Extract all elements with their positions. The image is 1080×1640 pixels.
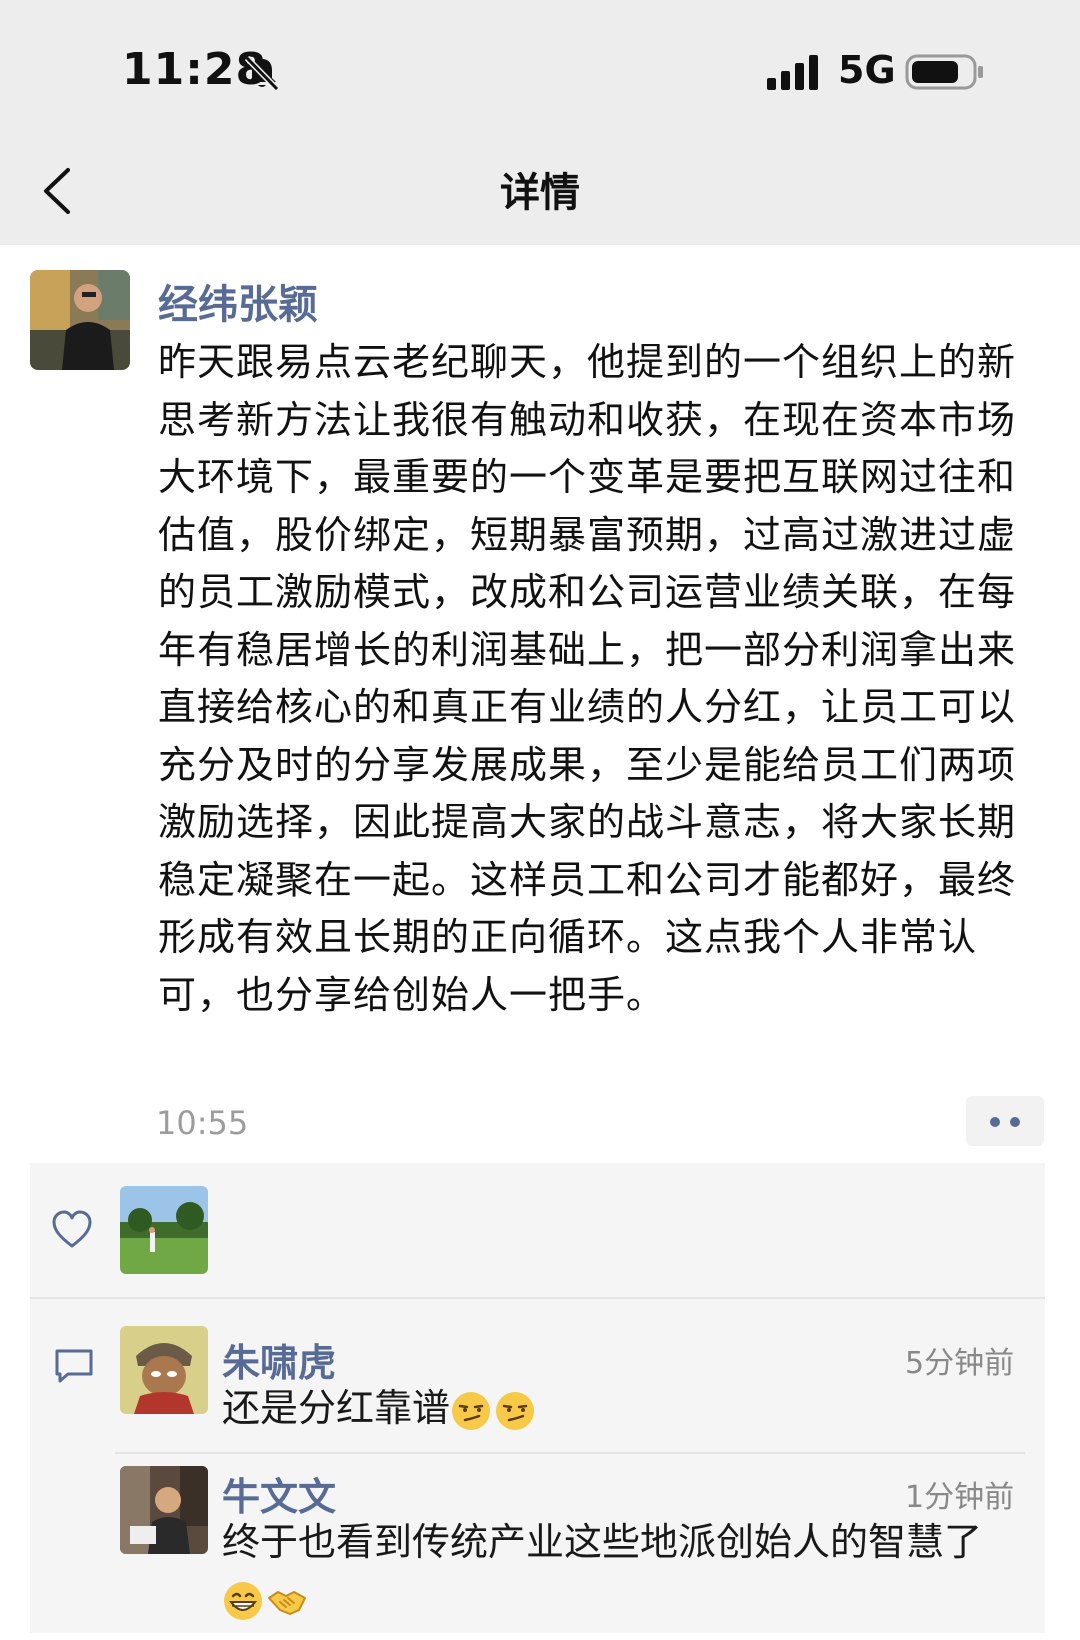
bell-slash-icon	[244, 55, 280, 92]
comment-avatar[interactable]	[120, 1466, 208, 1554]
comment-author-name[interactable]: 牛文文	[222, 1466, 336, 1521]
comment-timestamp: 5分钟前	[905, 1346, 1015, 1381]
heart-outline-icon	[52, 1210, 92, 1248]
grin-emoji	[224, 1581, 262, 1620]
comment-text: 还是分红靠谱	[222, 1380, 1022, 1436]
comment-bubble-icon	[55, 1349, 93, 1383]
comment-divider	[115, 1452, 1025, 1454]
post-author-name[interactable]: 经纬张颖	[158, 272, 318, 330]
smirk-emoji	[496, 1391, 535, 1430]
author-avatar[interactable]	[30, 270, 130, 370]
comment-text-body: 终于也看到传统产业这些地派创始人的智慧了	[222, 1520, 983, 1564]
handshake-emoji	[268, 1590, 306, 1615]
panel-divider	[30, 1297, 1045, 1299]
signal-bars-icon	[767, 55, 818, 90]
comment-avatar[interactable]	[120, 1326, 208, 1414]
dot-icon	[990, 1117, 1000, 1127]
page-title: 详情	[500, 170, 580, 216]
post-timestamp: 10:55	[156, 1104, 249, 1142]
network-type: 5G	[838, 48, 896, 92]
post-content: 昨天跟易点云老纪聊天，他提到的一个组织上的新思考新方法让我很有触动和收获，在现在…	[158, 340, 1017, 1017]
smirk-emoji	[452, 1391, 491, 1430]
dot-icon	[1010, 1117, 1020, 1127]
more-options-button[interactable]	[966, 1096, 1044, 1146]
like-avatar[interactable]	[120, 1186, 208, 1274]
comment-text-body: 还是分红靠谱	[222, 1386, 451, 1430]
comment-timestamp: 1分钟前	[905, 1480, 1015, 1515]
battery-icon	[905, 54, 983, 90]
comment-text: 终于也看到传统产业这些地派创始人的智慧了	[222, 1514, 1022, 1626]
comment-author-name[interactable]: 朱啸虎	[222, 1332, 336, 1387]
